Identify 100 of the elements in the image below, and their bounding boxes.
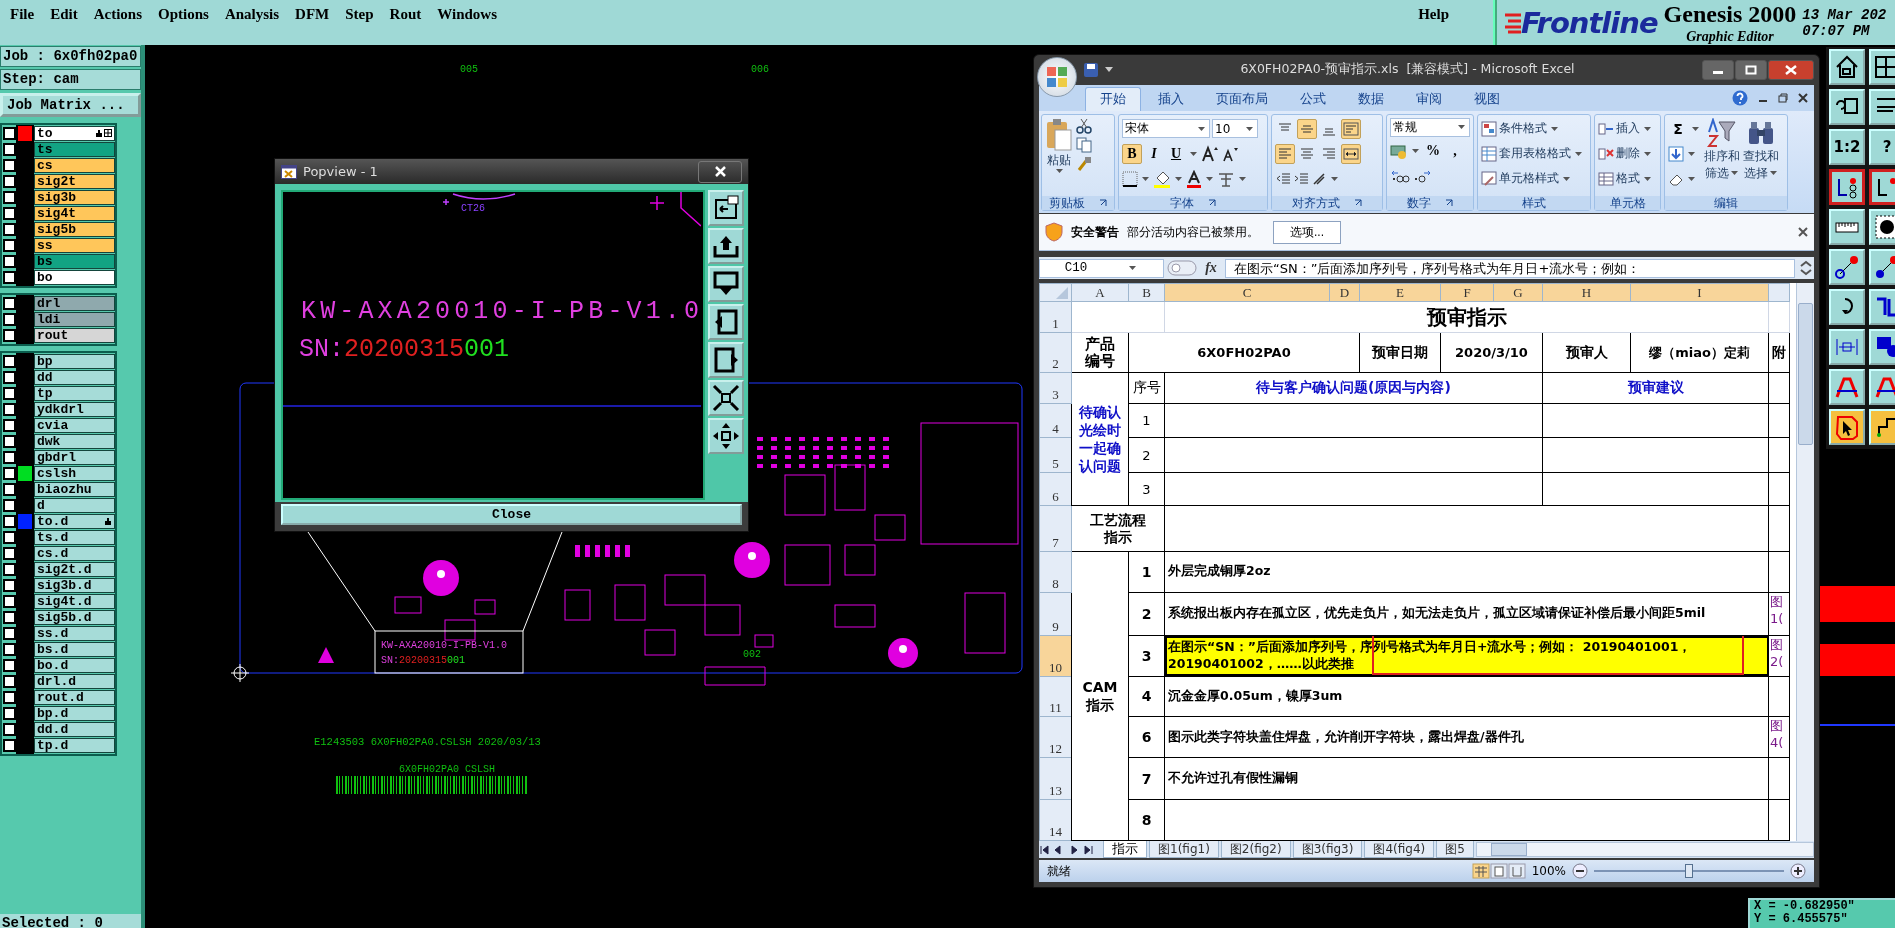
layer-name[interactable]: sig2t	[34, 174, 115, 189]
row-header[interactable]: 10	[1039, 635, 1072, 677]
layer-name[interactable]: sig5b.d	[34, 610, 115, 625]
number-format-field[interactable]: 常规	[1390, 117, 1470, 137]
layer-name[interactable]: cvia	[34, 418, 115, 433]
close-icon[interactable]	[1798, 227, 1808, 238]
layer-name[interactable]: bs	[34, 254, 115, 269]
layer-name[interactable]: biaozhu	[34, 482, 115, 497]
layer-checkbox[interactable]	[3, 239, 16, 252]
sheet-tab[interactable]: 图3(fig3)	[1292, 841, 1363, 859]
sheet-tab[interactable]: 指示	[1103, 841, 1147, 859]
expand-formula-icon[interactable]	[1798, 259, 1814, 278]
sheet-tab[interactable]: 图2(fig2)	[1220, 841, 1291, 859]
layer-checkbox[interactable]	[3, 691, 16, 704]
caret-icon[interactable]	[1692, 126, 1699, 131]
caret-icon[interactable]	[1563, 176, 1570, 181]
layer-name[interactable]: drl.d	[34, 674, 115, 689]
menu-item[interactable]: Analysis	[216, 6, 288, 23]
layer-checkbox[interactable]	[3, 271, 16, 284]
layer-name[interactable]: bo	[34, 270, 115, 285]
layer-checkbox[interactable]	[3, 159, 16, 172]
brush-icon[interactable]	[1076, 155, 1092, 172]
layer-name[interactable]: cslsh	[34, 466, 115, 481]
column-header[interactable]: C	[1164, 283, 1330, 302]
minimize-button[interactable]	[1702, 59, 1734, 80]
caret-icon[interactable]	[1190, 151, 1197, 156]
caret-icon[interactable]	[1575, 151, 1582, 156]
currency-icon[interactable]	[1390, 142, 1408, 159]
options-button[interactable]: 选项...	[1273, 220, 1341, 244]
layer-name[interactable]: dd.d	[34, 722, 115, 737]
column-header[interactable]: H	[1542, 283, 1631, 302]
layer-name[interactable]: cs	[34, 158, 115, 173]
layer-checkbox[interactable]	[3, 531, 16, 544]
column-header[interactable]: E	[1359, 283, 1441, 302]
layer-name[interactable]: ydkdrl	[34, 402, 115, 417]
bold-button[interactable]: B	[1122, 143, 1142, 164]
caret-icon[interactable]	[1129, 266, 1137, 271]
layer-checkbox[interactable]	[3, 499, 16, 512]
column-header[interactable]: G	[1493, 283, 1543, 302]
caret-icon[interactable]	[1644, 151, 1651, 156]
layer-checkbox[interactable]	[3, 595, 16, 608]
cells-menu-button[interactable]: 插入	[1598, 117, 1653, 140]
menu-item[interactable]: Step	[337, 6, 382, 23]
cells-menu-button[interactable]: 格式	[1598, 167, 1653, 190]
layer-checkbox[interactable]	[3, 483, 16, 496]
ribbon-tab[interactable]: 审阅	[1401, 86, 1457, 111]
layer-checkbox[interactable]	[3, 143, 16, 156]
layer-checkbox[interactable]	[3, 371, 16, 384]
layer-name[interactable]: sig3b	[34, 190, 115, 205]
layer-name[interactable]: tp	[34, 386, 115, 401]
save-icon[interactable]	[1083, 61, 1099, 78]
zoom-out-icon[interactable]	[1572, 863, 1588, 880]
border-icon[interactable]	[1122, 170, 1138, 187]
layer-checkbox[interactable]	[3, 659, 16, 672]
sheet-tab[interactable]: 图1(fig1)	[1149, 841, 1219, 859]
menu-item[interactable]: Windows	[429, 6, 505, 23]
layer-checkbox[interactable]	[3, 329, 16, 342]
underline-button[interactable]: U	[1166, 143, 1186, 164]
layer-checkbox[interactable]	[3, 297, 16, 310]
caret-icon[interactable]	[1730, 171, 1738, 176]
text-orientation-icon[interactable]	[1311, 170, 1327, 187]
grow-font-icon[interactable]	[1201, 144, 1219, 163]
arrow-left-box-icon[interactable]	[708, 304, 744, 340]
caret-icon[interactable]	[1644, 176, 1651, 181]
font-color-icon[interactable]	[1186, 169, 1202, 188]
row-header[interactable]: 13	[1039, 757, 1072, 800]
row-header[interactable]: 14	[1039, 799, 1072, 841]
caret-icon[interactable]	[1688, 151, 1695, 156]
layer-checkbox[interactable]	[3, 467, 16, 480]
layer-name[interactable]: ldi	[34, 312, 115, 327]
caret-icon[interactable]	[1175, 176, 1182, 181]
layer-checkbox[interactable]	[3, 403, 16, 416]
ribbon-tab[interactable]: 公式	[1285, 86, 1341, 111]
layer-checkbox[interactable]	[3, 707, 16, 720]
layer-checkbox[interactable]	[3, 643, 16, 656]
row-header[interactable]: 1	[1039, 301, 1072, 333]
layer-name[interactable]: cs.d	[34, 546, 115, 561]
style-menu-button[interactable]: 套用表格格式	[1481, 142, 1584, 165]
maximize-button[interactable]	[1735, 59, 1767, 80]
layer-name[interactable]: sig5b	[34, 222, 115, 237]
align-left-icon[interactable]	[1277, 145, 1293, 162]
fill-color-icon[interactable]	[1153, 169, 1171, 188]
horizontal-scrollbar[interactable]	[1475, 842, 1814, 858]
layer-name[interactable]: rout	[34, 328, 115, 343]
align-right-icon[interactable]	[1321, 145, 1337, 162]
merge-cells-icon[interactable]	[1343, 145, 1359, 162]
layer-checkbox[interactable]	[3, 435, 16, 448]
layer-name[interactable]: sig4t	[34, 206, 115, 221]
wrap-text-icon[interactable]	[1343, 120, 1359, 137]
sheet-tab[interactable]: 图4(fig4)	[1364, 841, 1435, 859]
column-header[interactable]: A	[1071, 283, 1129, 302]
job-matrix-button[interactable]: Job Matrix ...	[0, 93, 141, 117]
caret-icon[interactable]	[1246, 126, 1253, 131]
launcher-icon[interactable]	[1445, 199, 1453, 208]
palette-button[interactable]: ?	[1869, 129, 1895, 165]
layer-name[interactable]: ss	[34, 238, 115, 253]
layer-checkbox[interactable]	[3, 739, 16, 752]
layer-name[interactable]: ss.d	[34, 626, 115, 641]
launcher-icon[interactable]	[1354, 199, 1362, 208]
layer-checkbox[interactable]	[3, 627, 16, 640]
